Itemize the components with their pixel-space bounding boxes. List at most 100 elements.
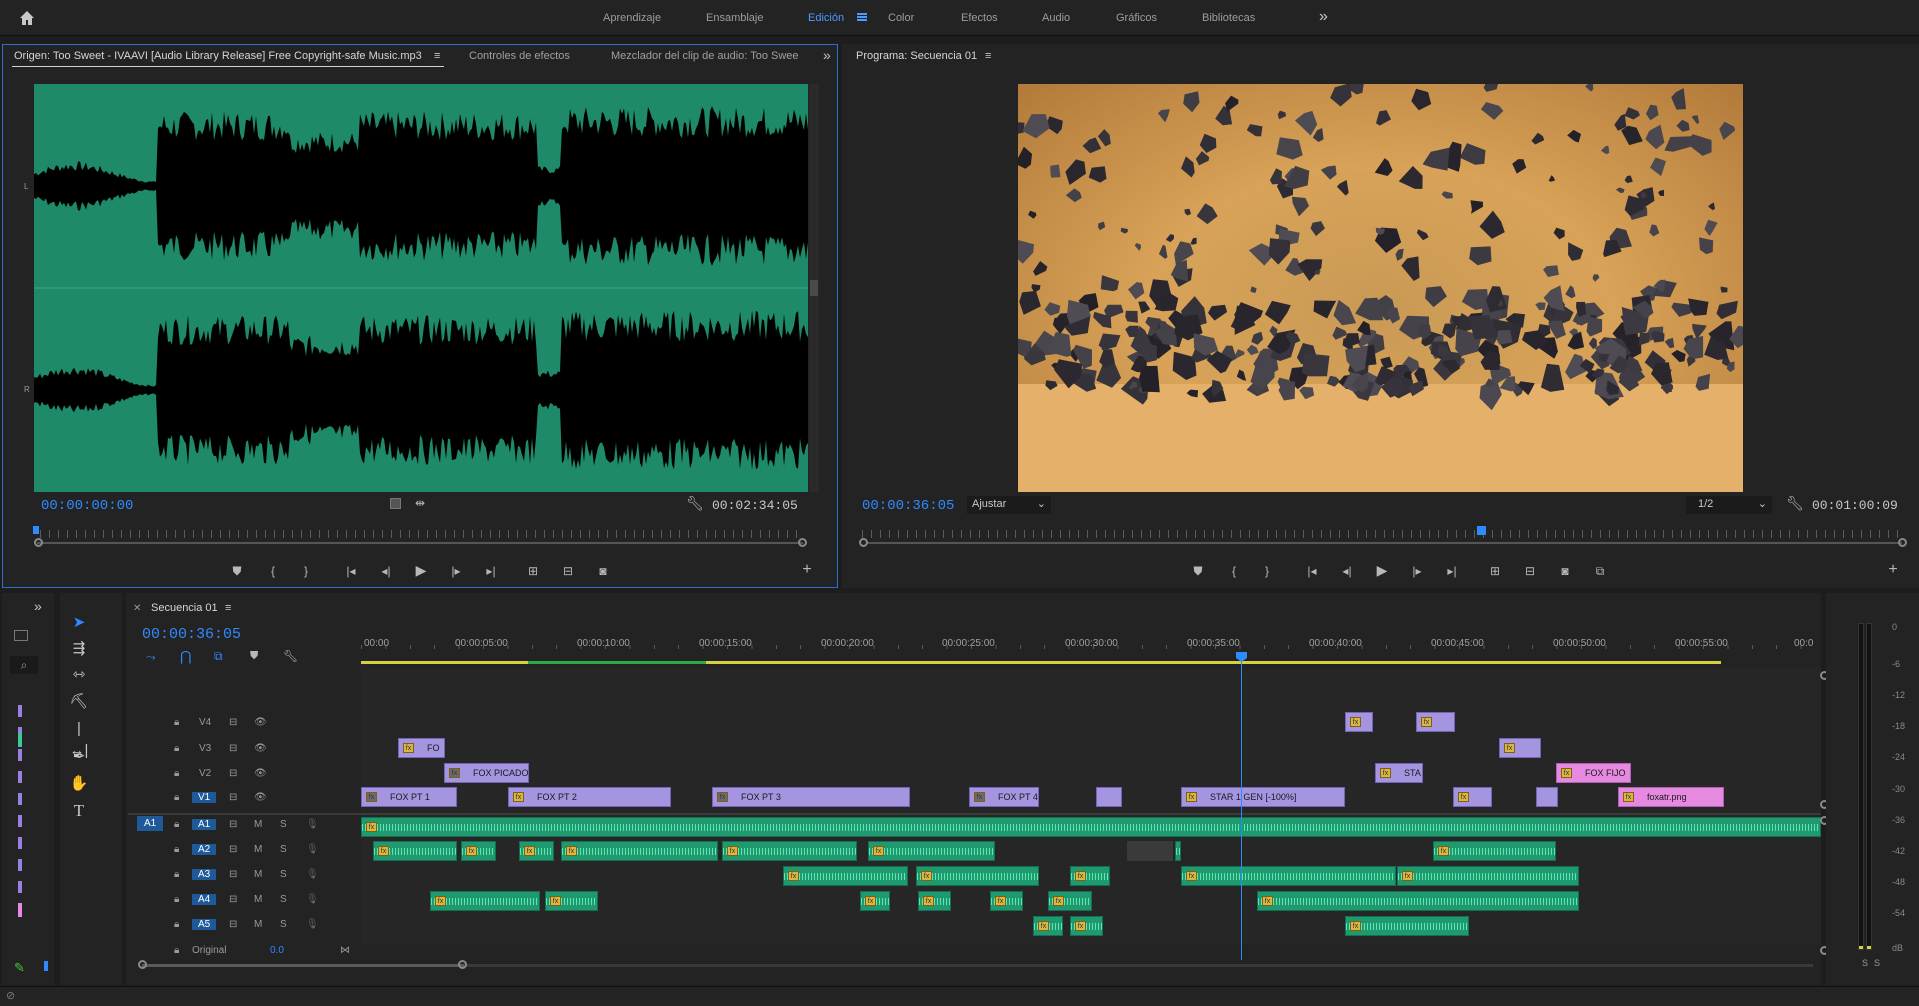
panel-overflow-icon[interactable]: » bbox=[823, 47, 831, 63]
film-icon[interactable]: ⊟ bbox=[229, 819, 237, 830]
mute-button[interactable]: M bbox=[254, 919, 262, 930]
audio-clip[interactable]: fx bbox=[461, 841, 496, 861]
lock-icon[interactable]: 🔒︎ bbox=[174, 869, 179, 880]
lock-icon[interactable]: 🔒︎ bbox=[174, 945, 179, 956]
status-icon[interactable]: ⊘ bbox=[6, 989, 15, 1002]
lock-icon[interactable]: 🔒︎ bbox=[174, 819, 179, 830]
master-jump-icon[interactable]: ⋈ bbox=[340, 945, 350, 956]
solo-button[interactable]: S bbox=[280, 894, 287, 905]
step-back-icon[interactable]: ◂| bbox=[377, 563, 395, 579]
audio-clip[interactable]: fx bbox=[519, 841, 554, 861]
clip-v4-1[interactable]: fx bbox=[1345, 712, 1373, 732]
track-name[interactable]: A5 bbox=[192, 919, 217, 930]
insert-icon[interactable]: ⊞ bbox=[524, 563, 542, 579]
mark-out-icon[interactable]: } bbox=[297, 563, 315, 579]
audio-clip[interactable]: fx bbox=[783, 866, 908, 886]
track-name[interactable]: V2 bbox=[199, 768, 211, 779]
audio-clip[interactable]: fx bbox=[860, 891, 890, 911]
program-video-frame[interactable] bbox=[1018, 84, 1743, 492]
solo-button[interactable]: S bbox=[280, 919, 287, 930]
lock-icon[interactable]: 🔒︎ bbox=[174, 768, 179, 779]
meter-solo-left[interactable]: S bbox=[1862, 958, 1868, 968]
meter-solo-right[interactable]: S bbox=[1874, 958, 1880, 968]
timeline-zoom-handle-right[interactable] bbox=[458, 960, 467, 969]
tab-audio-clip-mixer[interactable]: Mezclador del clip de audio: Too Swee bbox=[611, 50, 799, 62]
film-icon[interactable]: ⊟ bbox=[229, 792, 237, 803]
tab-effect-controls[interactable]: Controles de efectos bbox=[469, 50, 570, 62]
waveform-scrollbar[interactable] bbox=[809, 84, 819, 492]
solo-button[interactable]: S bbox=[280, 844, 287, 855]
ripple-edit-tool-icon[interactable]: ⇿ bbox=[68, 664, 90, 686]
go-to-out-icon[interactable]: ▸| bbox=[482, 563, 500, 579]
workspace-graficos[interactable]: Gráficos bbox=[1116, 12, 1157, 24]
audio-clip[interactable]: fx bbox=[916, 866, 1039, 886]
master-value[interactable]: 0.0 bbox=[270, 945, 284, 956]
audio-clip[interactable]: fx bbox=[1257, 891, 1579, 911]
program-export-frame-icon[interactable]: ◙ bbox=[1556, 563, 1574, 579]
export-frame-icon[interactable]: ◙ bbox=[594, 563, 612, 579]
clip-v1-pt3[interactable]: fx FOX PT 3 bbox=[712, 787, 910, 807]
home-icon[interactable] bbox=[18, 9, 36, 27]
resolution-dropdown[interactable]: 1/2 ⌄ bbox=[1686, 496, 1772, 514]
close-icon[interactable]: ✕ bbox=[133, 603, 141, 614]
solo-button[interactable]: S bbox=[280, 819, 287, 830]
lock-icon[interactable]: 🔒︎ bbox=[174, 919, 179, 930]
search-icon[interactable]: ⌕ bbox=[10, 656, 38, 674]
program-mark-in-icon[interactable]: { bbox=[1225, 563, 1243, 579]
sequence-tab-menu-icon[interactable]: ≡ bbox=[225, 602, 231, 614]
eye-icon[interactable]: 👁︎ bbox=[254, 717, 267, 728]
program-zoom-handle-right[interactable] bbox=[1898, 538, 1907, 547]
lock-icon[interactable]: 🔒︎ bbox=[174, 743, 179, 754]
mute-button[interactable]: M bbox=[254, 869, 262, 880]
zoom-handle-right[interactable] bbox=[798, 538, 807, 547]
drag-audio-icon[interactable]: ⇹ bbox=[415, 496, 425, 510]
program-zoom-bar[interactable] bbox=[866, 542, 1902, 544]
razor-tool-icon[interactable]: ⛏ bbox=[68, 691, 90, 713]
timeline-playhead[interactable] bbox=[1241, 654, 1242, 960]
mic-icon[interactable]: 🎙︎ bbox=[306, 819, 319, 830]
clip-v4-2[interactable]: fx bbox=[1416, 712, 1455, 732]
play-icon[interactable]: ▶ bbox=[412, 562, 430, 578]
clip-v1-pt1[interactable]: fx FOX PT 1 bbox=[361, 787, 457, 807]
source-patch-a1[interactable]: A1 bbox=[137, 816, 164, 831]
solo-button[interactable]: S bbox=[280, 869, 287, 880]
program-go-to-in-icon[interactable]: |◂ bbox=[1303, 563, 1321, 579]
film-icon[interactable]: ⊟ bbox=[229, 919, 237, 930]
workspace-ensamblaje[interactable]: Ensamblaje bbox=[706, 12, 763, 24]
eye-icon[interactable]: 👁︎ bbox=[254, 792, 267, 803]
track-name[interactable]: V1 bbox=[192, 792, 217, 803]
audio-clip[interactable]: fx bbox=[1048, 891, 1092, 911]
mute-button[interactable]: M bbox=[254, 894, 262, 905]
clip-v3-2[interactable]: fx bbox=[1499, 738, 1541, 758]
selection-tool-icon[interactable]: ➤ bbox=[68, 612, 90, 634]
audio-clip[interactable]: fx bbox=[545, 891, 598, 911]
track-name[interactable]: V3 bbox=[199, 743, 211, 754]
mute-button[interactable]: M bbox=[254, 844, 262, 855]
audio-clip[interactable]: fx bbox=[918, 891, 951, 911]
comparison-view-icon[interactable]: ⧉ bbox=[1591, 563, 1609, 579]
zoom-handle-left[interactable] bbox=[34, 538, 43, 547]
clip-v1-7[interactable]: fx bbox=[1453, 787, 1492, 807]
clip-v1-star[interactable]: fx STAR 1 GEN [-100%] bbox=[1181, 787, 1345, 807]
clip-v1-5[interactable] bbox=[1096, 787, 1122, 807]
step-forward-icon[interactable]: |▸ bbox=[447, 563, 465, 579]
lock-icon[interactable]: 🔒︎ bbox=[174, 894, 179, 905]
workspace-aprendizaje[interactable]: Aprendizaje bbox=[603, 12, 661, 24]
folder-icon[interactable] bbox=[14, 630, 28, 641]
go-to-in-icon[interactable]: |◂ bbox=[342, 563, 360, 579]
clip-v2-picado[interactable]: fx FOX PICADO bbox=[444, 763, 529, 783]
audio-clip[interactable]: fx bbox=[1181, 866, 1396, 886]
lock-icon[interactable]: 🔒︎ bbox=[174, 792, 179, 803]
type-tool-icon[interactable]: T bbox=[68, 800, 90, 822]
mic-icon[interactable]: 🎙︎ bbox=[306, 919, 319, 930]
audio-clip[interactable]: fx bbox=[1033, 916, 1063, 936]
audio-clip[interactable]: fx bbox=[361, 817, 1821, 837]
tab-menu-icon[interactable]: ≡ bbox=[434, 50, 440, 62]
film-icon[interactable]: ⊟ bbox=[229, 743, 237, 754]
lock-icon[interactable]: 🔒︎ bbox=[174, 844, 179, 855]
film-icon[interactable]: ⊟ bbox=[229, 844, 237, 855]
audio-clip[interactable] bbox=[1175, 841, 1181, 861]
audio-clip[interactable]: fx bbox=[373, 841, 457, 861]
track-name[interactable]: A4 bbox=[192, 894, 217, 905]
tab-sequence[interactable]: Secuencia 01 bbox=[151, 602, 218, 614]
